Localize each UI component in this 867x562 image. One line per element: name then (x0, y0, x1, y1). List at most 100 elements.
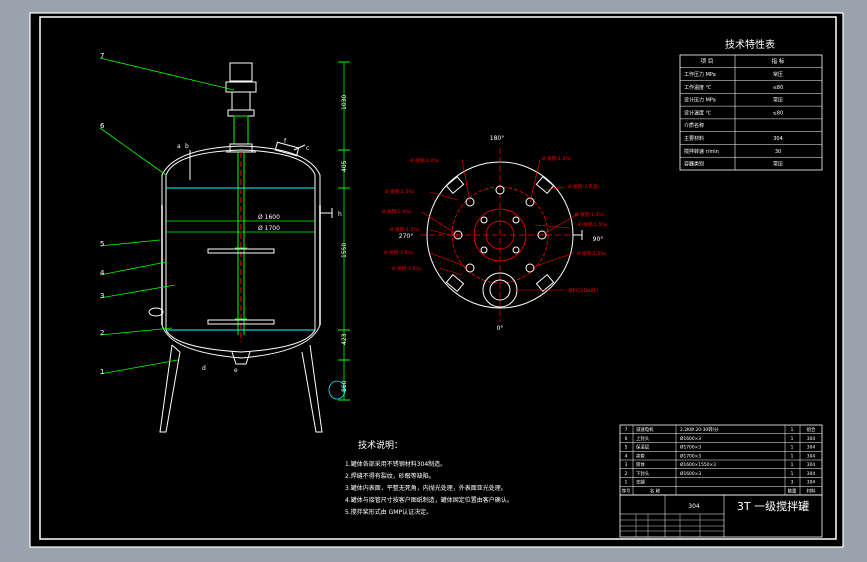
bom-row-mat: 304 (807, 445, 816, 451)
bom-header-qty: 数量 (788, 487, 797, 494)
tech-row-item: 搅拌转速 r/min (684, 148, 719, 155)
tech-row-value: ≤80 (773, 85, 784, 91)
nozzle-label: h (338, 211, 342, 218)
bom-row-name: 夹套 (636, 452, 645, 459)
bom-row-no: 4 (625, 453, 628, 459)
dim-outer-diameter: Ø 1700 (258, 225, 280, 232)
drawing-canvas: Ø 1600 Ø 1700 1030 405 1550 423 860 7 6 … (29, 12, 844, 548)
bom-row-spec: 2.2KW 20-30转/分 (680, 426, 719, 433)
dim-3: 1550 (341, 243, 348, 258)
bom-row-no: 7 (625, 427, 628, 433)
bom-row-name: 保温层 (636, 444, 650, 451)
nozzle-label: e (234, 367, 238, 374)
nozzle-label: a (177, 143, 181, 150)
part-number: 5 (100, 240, 104, 248)
tech-col-item: 项 目 (701, 58, 714, 65)
tech-row-item: 工作温度 ℃ (684, 84, 712, 91)
callout-left: Ø 接管(1.5%) (384, 249, 414, 256)
part-number: 4 (100, 269, 105, 277)
part-number: 7 (100, 52, 104, 60)
bom-row-qty: 1 (791, 436, 794, 442)
tech-row-value: 30 (775, 149, 781, 155)
tech-row-value: ≤80 (773, 110, 784, 116)
bom-row-qty: 1 (791, 453, 794, 459)
tech-row-item: 设计温度 ℃ (684, 109, 712, 116)
bom-row-name: 下封头 (636, 470, 650, 477)
callout-right: Ø 接管(1.5%) (577, 250, 607, 257)
callout-left: Ø 接管(1.5%) (392, 265, 422, 272)
bom-row-mat: 304 (807, 471, 816, 477)
bom-row-name: 减速电机 (636, 426, 654, 433)
angle-label-right: 90° (593, 236, 604, 243)
callout-right: Ø 接管(1.5%) (542, 155, 572, 162)
bom-row-qty: 1 (791, 427, 794, 433)
bom-header-name: 名 称 (650, 487, 661, 494)
bom-row-qty: 1 (791, 462, 794, 468)
dim-2: 405 (341, 160, 348, 172)
angle-label-top: 180° (490, 135, 504, 142)
angle-label-left: 270° (399, 233, 413, 240)
tech-row-value: 304 (773, 136, 783, 142)
bom-row-mat: 组合 (807, 426, 816, 433)
bom-row-no: 6 (625, 436, 628, 442)
bom-row-name: 筒体 (636, 461, 645, 468)
bom-row-mat: 304 (807, 436, 816, 442)
bom-row-mat: 304 (807, 480, 816, 486)
bom-row-spec: Ø1700×3 (680, 444, 701, 451)
note-line: 2.焊缝不得有裂纹，砂眼等缺陷。 (345, 472, 435, 480)
callout-left: Ø 接管(1.5%) (385, 188, 415, 195)
bom-row-qty: 1 (791, 445, 794, 451)
note-line: 5.搅拌桨形式由 GMP认证决定。 (345, 508, 432, 516)
callout-left: Ø 视镜(2.0%) (382, 208, 412, 215)
bom-header-mat: 材料 (807, 487, 816, 494)
tech-col-value: 指 标 (772, 57, 785, 65)
part-number: 3 (100, 292, 104, 300)
notes-heading: 技术说明： (358, 439, 403, 451)
dim-4: 423 (341, 333, 348, 345)
tech-row-item: 介质名称 (684, 122, 704, 129)
bom-row-name: 上封头 (636, 435, 650, 442)
bom-row-spec: Ø1700×3 (680, 452, 701, 459)
part-number: 1 (100, 368, 104, 376)
bom-row-qty: 1 (791, 471, 794, 477)
bom-row-no: 3 (625, 462, 628, 468)
dim-inner-diameter: Ø 1600 (258, 214, 280, 221)
bom-row-name: 支腿 (636, 479, 645, 486)
callout-right: 进料口(DN80) (568, 287, 598, 294)
tech-row-value: 常压 (773, 161, 783, 168)
tech-table-heading: 技术特性表 (725, 38, 775, 51)
part-number: 2 (100, 329, 104, 337)
bom-row-spec: Ø1600×3 (680, 470, 701, 477)
drawing-title: 3T 一级搅拌罐 (737, 499, 809, 513)
bom-row-spec: Ø1600×1550×3 (680, 461, 716, 468)
bom-header-no: 序号 (622, 487, 631, 494)
note-line: 4.罐体与接管尺寸按客户图纸制造，罐体固定位置由客户确认。 (345, 496, 513, 504)
bom-row-qty: 3 (791, 480, 794, 486)
callout-right: Ø 接管(人孔盖) (568, 183, 600, 190)
title-material: 304 (688, 503, 700, 510)
bom-row-mat: 304 (807, 453, 816, 459)
nozzle-label: c (306, 145, 309, 152)
tech-row-item: 设计压力 MPa (684, 97, 716, 104)
dim-1: 1030 (341, 95, 348, 110)
tech-row-value: 常压 (773, 71, 783, 78)
nozzle-label: b (185, 143, 189, 150)
tech-row-item: 主要材料 (684, 135, 704, 142)
tech-row-item: 容器类别 (684, 161, 704, 168)
bom-row-no: 5 (625, 445, 628, 451)
note-line: 3.罐体内表面，平整无死角，内抛光处理，外表面亚光处理。 (345, 484, 507, 492)
nozzle-label: d (202, 365, 206, 372)
bom-row-spec: Ø1600×3 (680, 435, 701, 442)
tech-row-item: 工作压力 MPa (684, 71, 716, 78)
angle-label-bottom: 0° (497, 325, 504, 332)
bom-row-mat: 304 (807, 462, 816, 468)
note-line: 1.罐体各部采用不锈钢材料304制造。 (345, 460, 446, 468)
part-number: 6 (100, 122, 105, 130)
callout-left: Ø 接管(1.5%) (390, 226, 420, 233)
bom-row-no: 2 (625, 471, 628, 477)
tech-row-value: 常压 (773, 97, 783, 104)
callout-right: Ø 接管(1.5%) (575, 211, 605, 218)
bom-row-no: 1 (625, 480, 628, 486)
callout-right: Ø 接管(1.5%) (578, 221, 608, 228)
callout-left: Ø 接管(2.0%) (410, 157, 440, 164)
